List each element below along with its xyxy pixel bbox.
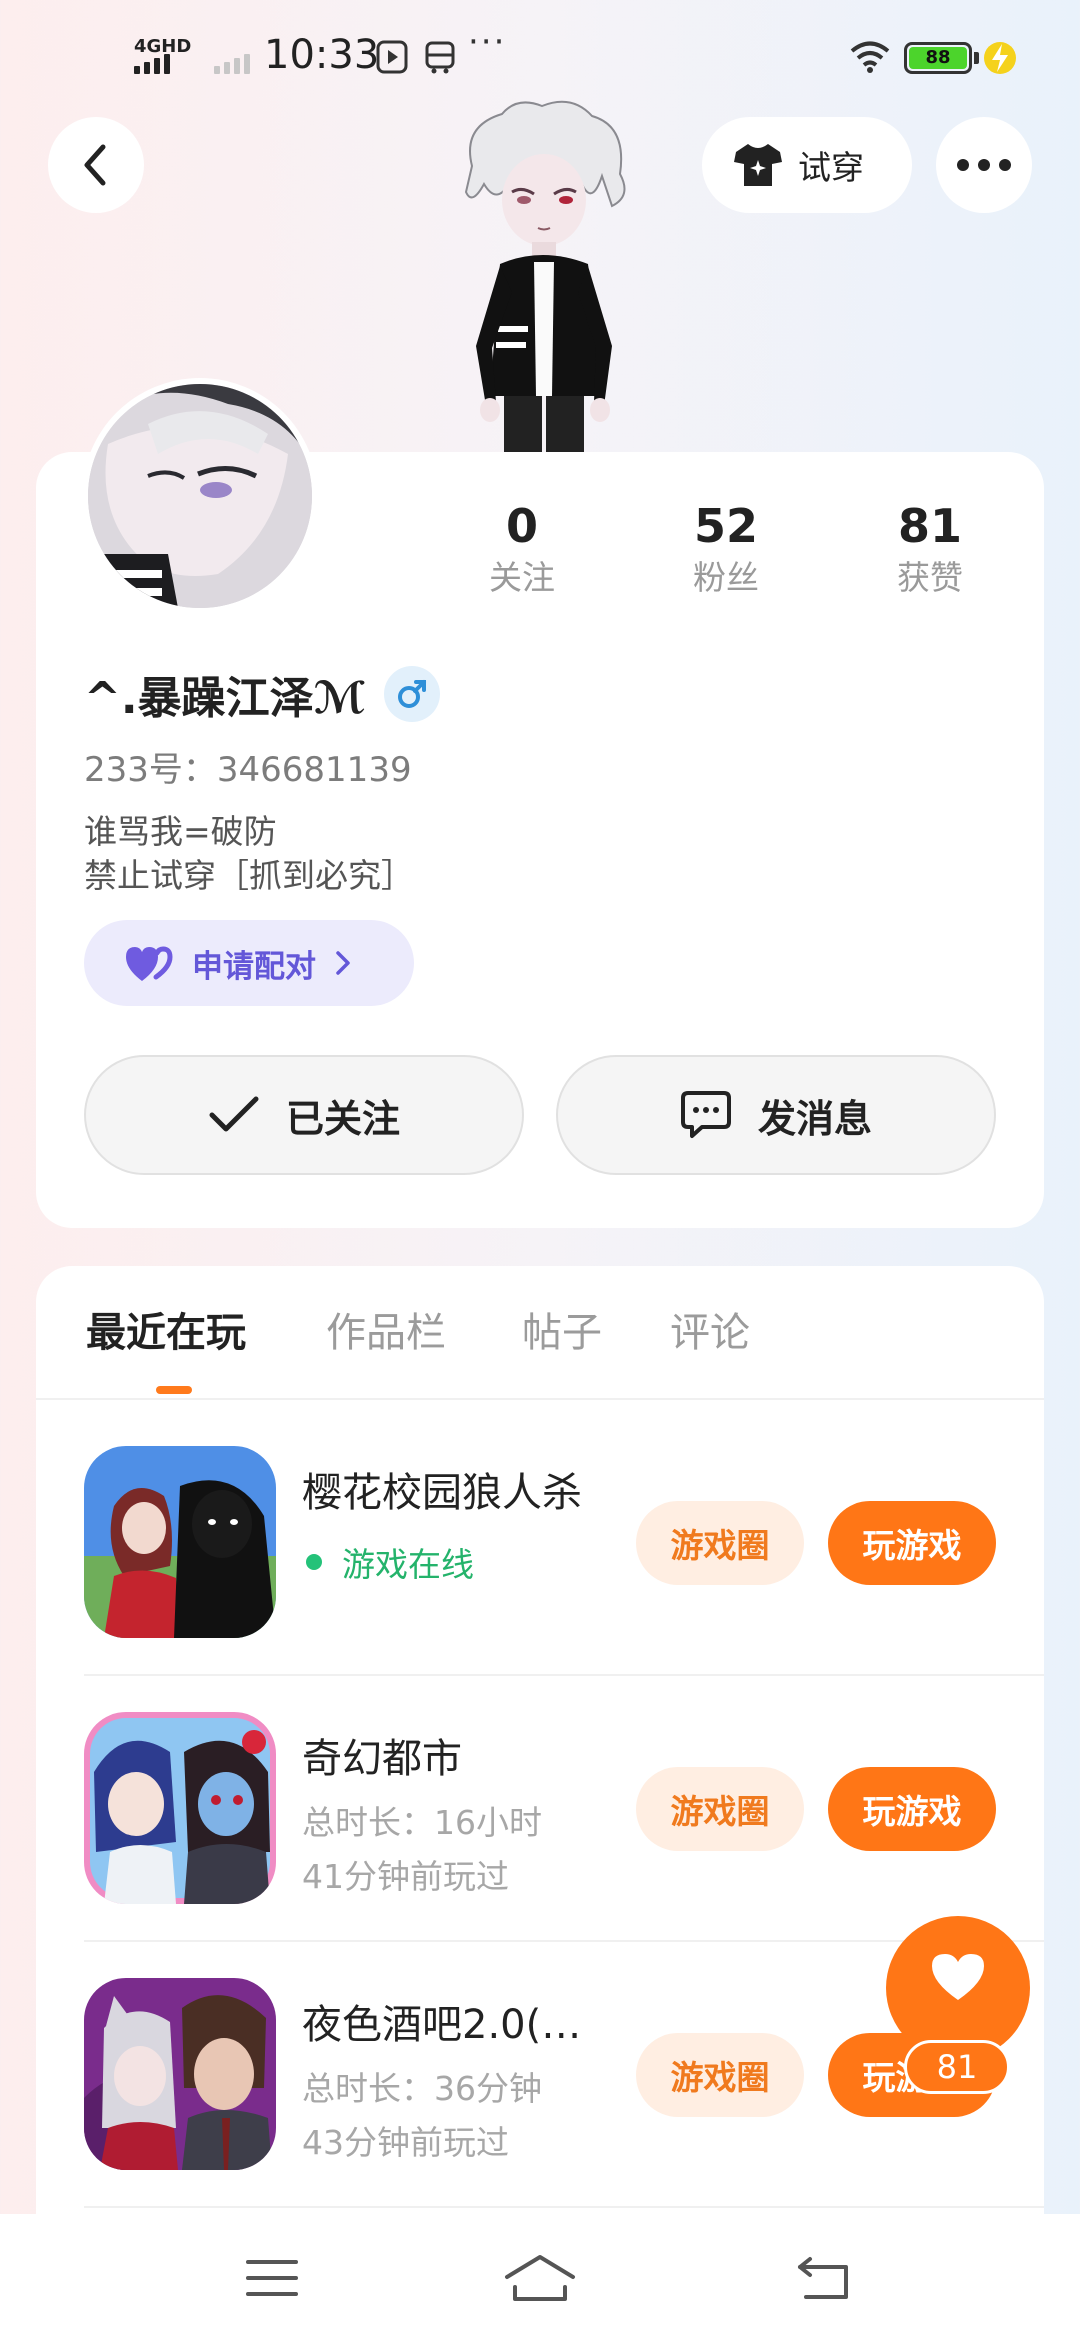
battery-tip <box>974 52 979 64</box>
followed-button[interactable]: 已关注 <box>84 1055 524 1175</box>
divider <box>84 2206 1044 2208</box>
stat-following[interactable]: 0 关注 <box>442 496 602 600</box>
tab-comments[interactable]: 评论 <box>670 1300 750 1358</box>
like-button[interactable] <box>886 1916 1030 2060</box>
send-message-button[interactable]: 发消息 <box>556 1055 996 1175</box>
tab-works[interactable]: 作品栏 <box>326 1300 446 1358</box>
fans-label: 粉丝 <box>693 558 759 597</box>
stat-likes[interactable]: 81 获赞 <box>850 496 1010 600</box>
request-pair-label: 申请配对 <box>192 948 316 985</box>
try-on-button[interactable]: 试穿 <box>702 117 912 213</box>
tab-active-indicator <box>156 1386 192 1394</box>
check-icon <box>209 1096 259 1132</box>
battery-icon: 88 <box>904 42 972 74</box>
home-icon <box>505 2255 575 2301</box>
online-status: 游戏在线 <box>302 1538 474 1586</box>
game-icon[interactable] <box>84 1978 276 2170</box>
status-bar: 4GHD 10:33 ··· 88 <box>0 0 1080 110</box>
menu-icon <box>246 2260 298 2296</box>
followed-label: 已关注 <box>285 1096 400 1141</box>
play-duration: 总时长：36分钟 <box>302 2069 542 2108</box>
tab-divider <box>36 1398 1044 1400</box>
character-figure[interactable] <box>442 96 642 458</box>
try-on-label: 试穿 <box>798 148 864 187</box>
more-options-button[interactable] <box>936 117 1032 213</box>
charging-icon <box>984 42 1016 74</box>
play-game-button[interactable]: 玩游戏 <box>828 1501 996 1585</box>
back-button[interactable] <box>48 117 144 213</box>
play-game-button[interactable]: 玩游戏 <box>828 1767 996 1851</box>
request-pair-button[interactable]: 申请配对 <box>84 920 414 1006</box>
chevron-right-icon <box>336 951 350 975</box>
game-circle-button[interactable]: 游戏圈 <box>636 1767 804 1851</box>
system-nav-bar <box>0 2214 1080 2340</box>
name-row: ^.暴躁江泽ℳ <box>84 662 440 726</box>
home-nav-button[interactable] <box>500 2250 580 2306</box>
play-duration: 总时长：16小时 <box>302 1803 542 1842</box>
male-icon <box>397 680 426 708</box>
game-title: 夜色酒吧2.0(… <box>302 2002 582 2048</box>
signal-icon-sim2 <box>214 54 250 74</box>
game-title: 奇幻都市 <box>302 1736 462 1782</box>
game-icon[interactable] <box>84 1446 276 1638</box>
game-item[interactable]: 奇幻都市 总时长：16小时 41分钟前玩过 游戏圈 玩游戏 <box>36 1676 1044 1942</box>
heart-icon <box>932 1954 984 2000</box>
game-thumbnail <box>84 1446 276 1638</box>
bio-line-1: 谁骂我=破防 <box>84 812 277 851</box>
wifi-icon <box>850 41 890 73</box>
game-title: 樱花校园狼人杀 <box>302 1470 582 1516</box>
online-label: 游戏在线 <box>342 1545 474 1584</box>
last-played: 43分钟前玩过 <box>302 2123 509 2162</box>
fans-count: 52 <box>693 499 758 553</box>
gender-badge <box>383 666 440 722</box>
bio-line-2: 禁止试穿［抓到必究］ <box>84 856 414 895</box>
more-notifications-icon: ··· <box>468 22 507 62</box>
likes-label: 获赞 <box>897 558 963 597</box>
game-item[interactable]: 樱花校园狼人杀 游戏在线 游戏圈 玩游戏 <box>36 1410 1044 1676</box>
menu-nav-button[interactable] <box>232 2250 312 2306</box>
game-circle-button[interactable]: 游戏圈 <box>636 1501 804 1585</box>
back-nav-icon <box>798 2257 848 2299</box>
clock: 10:33 <box>264 32 380 78</box>
send-message-label: 发消息 <box>757 1096 872 1141</box>
play-notification-icon <box>376 40 408 74</box>
avatar[interactable] <box>82 378 318 614</box>
likes-count: 81 <box>897 499 962 553</box>
tab-recently-played[interactable]: 最近在玩 <box>86 1300 246 1358</box>
chat-bubble-icon <box>680 1091 731 1138</box>
last-played: 41分钟前玩过 <box>302 1857 509 1896</box>
bus-notification-icon <box>425 41 455 74</box>
tab-posts[interactable]: 帖子 <box>522 1300 602 1358</box>
more-horizontal-icon <box>957 159 1011 171</box>
online-dot-icon <box>306 1554 322 1570</box>
game-icon[interactable] <box>84 1712 276 1904</box>
chevron-left-icon <box>84 144 106 186</box>
game-circle-button[interactable]: 游戏圈 <box>636 2033 804 2117</box>
stat-fans[interactable]: 52 粉丝 <box>646 496 806 600</box>
game-thumbnail <box>84 1712 276 1904</box>
game-thumbnail <box>84 1978 276 2170</box>
tshirt-icon <box>734 144 782 186</box>
following-label: 关注 <box>489 558 555 597</box>
battery-level: 88 <box>909 47 967 69</box>
back-nav-button[interactable] <box>784 2250 864 2306</box>
avatar-image <box>88 384 312 608</box>
bio: 谁骂我=破防 禁止试穿［抓到必究］ <box>84 810 414 898</box>
user-id: 233号：346681139 <box>84 750 412 790</box>
signal-icon <box>134 54 170 74</box>
user-name: ^.暴躁江泽ℳ <box>84 673 366 724</box>
like-count-badge: 81 <box>904 2040 1010 2094</box>
double-heart-icon <box>126 946 173 981</box>
following-count: 0 <box>505 499 538 553</box>
